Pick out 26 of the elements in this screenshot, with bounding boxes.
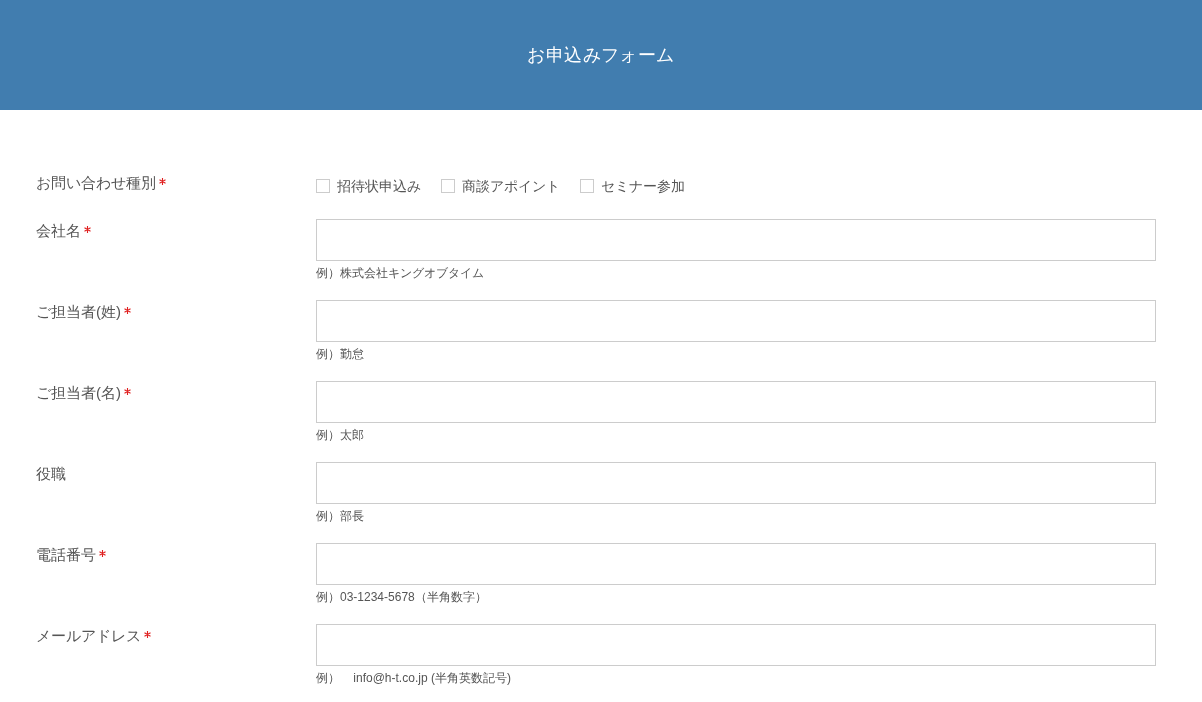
input-field[interactable] <box>316 624 1156 666</box>
checkbox[interactable] <box>316 179 330 193</box>
input-field[interactable] <box>316 300 1156 342</box>
example-hint: 例）03-1234-5678（半角数字） <box>316 589 488 605</box>
example-hint: 例） info@h-t.co.jp (半角英数記号) <box>316 670 512 686</box>
example-hint: 例）勤怠 <box>316 346 365 362</box>
example-hint: 例）株式会社キングオブタイム <box>316 265 485 281</box>
input-field[interactable] <box>316 543 1156 585</box>
checkbox-label[interactable]: 招待状申込み <box>337 175 421 197</box>
checkbox[interactable] <box>580 179 594 193</box>
field-label: ご担当者(名) <box>36 383 121 403</box>
field-label: 役職 <box>36 464 66 484</box>
field-label: お問い合わせ種別 <box>36 173 156 193</box>
checkbox[interactable] <box>441 179 455 193</box>
input-field[interactable] <box>316 462 1156 504</box>
checkbox-label[interactable]: セミナー参加 <box>601 175 685 197</box>
input-field[interactable] <box>316 381 1156 423</box>
checkbox-label[interactable]: 商談アポイント <box>462 175 560 197</box>
field-label: メールアドレス <box>36 626 141 646</box>
field-label: 電話番号 <box>36 545 96 565</box>
example-hint: 例）太郎 <box>316 427 365 443</box>
example-hint: 例）部長 <box>316 508 365 524</box>
field-label: 会社名 <box>36 221 81 241</box>
input-field[interactable] <box>316 219 1156 261</box>
form-title: お申込みフォーム <box>527 43 675 67</box>
field-label: ご担当者(姓) <box>36 302 121 322</box>
